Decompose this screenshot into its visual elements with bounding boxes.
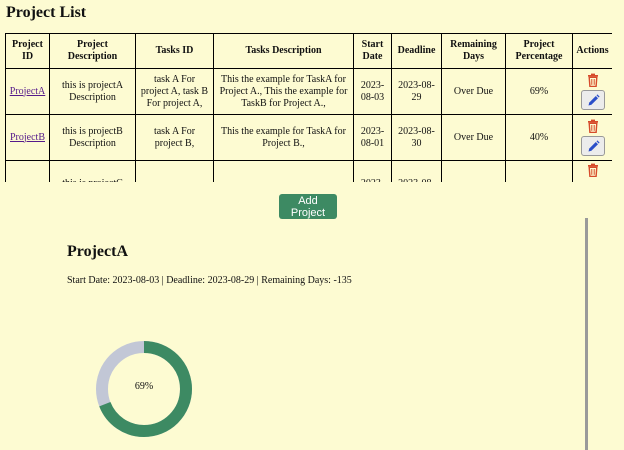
cell-description: this is projectB Description	[49, 114, 136, 161]
cell-start-date: 2023-	[353, 160, 392, 182]
edit-button[interactable]	[580, 136, 605, 156]
header-remaining-days: Remaining Days	[441, 33, 506, 69]
trash-icon[interactable]	[586, 73, 600, 87]
cell-tasks-description	[213, 160, 354, 182]
table-row: this is projectC 2023- 2023-08-	[5, 160, 612, 182]
trash-icon[interactable]	[586, 163, 600, 177]
edit-button[interactable]	[580, 90, 605, 110]
project-link[interactable]: ProjectA	[10, 86, 46, 97]
cell-project-id	[5, 160, 50, 182]
cell-start-date: 2023-08-01	[353, 114, 392, 161]
cell-tasks-id: task A For project A, task B For project…	[135, 68, 214, 115]
cell-percentage: 40%	[505, 114, 573, 161]
project-table: Project ID Project Description Tasks ID …	[5, 33, 612, 182]
cell-tasks-description: This the example for TaskA for Project A…	[213, 68, 354, 115]
table-row: ProjectA this is projectA Description ta…	[5, 68, 612, 115]
header-tasks-id: Tasks ID	[135, 33, 214, 69]
project-detail-title: ProjectA	[67, 243, 128, 260]
page-title: Project List	[6, 4, 87, 21]
cell-tasks-description: This the example for TaskA for Project B…	[213, 114, 354, 161]
project-table-viewport[interactable]: Project ID Project Description Tasks ID …	[5, 33, 612, 182]
cell-tasks-id: task A For project B,	[135, 114, 214, 161]
header-project-percentage: Project Percentage	[505, 33, 573, 69]
cell-project-id: ProjectA	[5, 68, 50, 115]
project-detail-meta: Start Date: 2023-08-03 | Deadline: 2023-…	[67, 275, 352, 286]
cell-deadline: 2023-08-29	[391, 68, 442, 115]
header-project-id: Project ID	[5, 33, 50, 69]
cell-actions	[572, 68, 612, 115]
cell-percentage	[505, 160, 573, 182]
header-start-date: Start Date	[353, 33, 392, 69]
cell-tasks-id	[135, 160, 214, 182]
cell-remaining-days: Over Due	[441, 114, 506, 161]
header-deadline: Deadline	[391, 33, 442, 69]
trash-icon[interactable]	[586, 119, 600, 133]
cell-description: this is projectC	[49, 160, 136, 182]
cell-remaining-days	[441, 160, 506, 182]
cell-description: this is projectA Description	[49, 68, 136, 115]
pencil-icon	[588, 140, 600, 152]
header-project-description: Project Description	[49, 33, 136, 69]
header-tasks-description: Tasks Description	[213, 33, 354, 69]
project-link[interactable]: ProjectB	[10, 132, 45, 143]
cell-remaining-days: Over Due	[441, 68, 506, 115]
cell-percentage: 69%	[505, 68, 573, 115]
table-header-row: Project ID Project Description Tasks ID …	[5, 33, 612, 69]
cell-project-id: ProjectB	[5, 114, 50, 161]
header-actions: Actions	[572, 33, 612, 69]
cell-deadline: 2023-08-30	[391, 114, 442, 161]
table-row: ProjectB this is projectB Description ta…	[5, 114, 612, 161]
donut-percent-label: 69%	[134, 381, 154, 392]
pencil-icon	[588, 94, 600, 106]
cell-deadline: 2023-08-	[391, 160, 442, 182]
add-project-button[interactable]: Add Project	[279, 194, 337, 219]
cell-start-date: 2023-08-03	[353, 68, 392, 115]
panel-divider	[585, 218, 588, 450]
cell-actions	[572, 160, 612, 182]
cell-actions	[572, 114, 612, 161]
